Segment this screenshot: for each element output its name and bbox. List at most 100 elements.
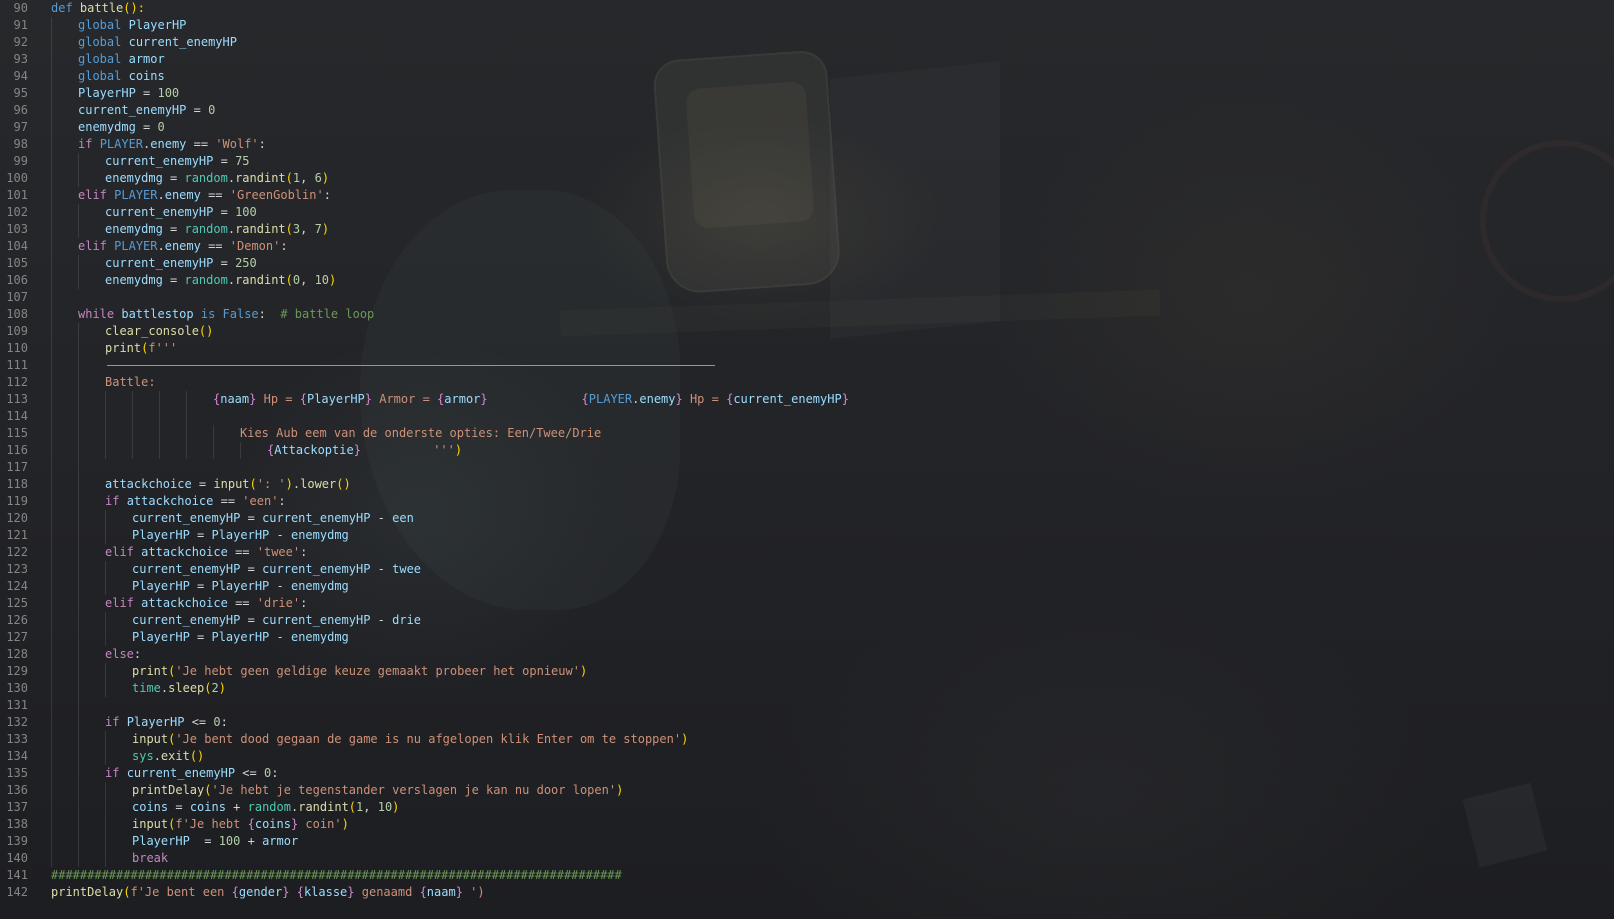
code-line[interactable]: 102 current_enemyHP = 100 xyxy=(0,204,1614,221)
code-line[interactable]: 138 input(f'Je hebt {coins} coin') xyxy=(0,816,1614,833)
code-line[interactable]: 99 current_enemyHP = 75 xyxy=(0,153,1614,170)
code-line[interactable]: 101 elif PLAYER.enemy == 'GreenGoblin': xyxy=(0,187,1614,204)
indent-guide xyxy=(213,442,214,459)
indent-guide xyxy=(132,408,133,425)
indent-guide xyxy=(51,578,52,595)
code-token: attackchoice xyxy=(126,494,214,508)
code-line[interactable]: 142 printDelay(f'Je bent een {gender} {kl… xyxy=(0,884,1614,901)
code-line[interactable]: 109 clear_console() xyxy=(0,323,1614,340)
code-line[interactable]: 107 xyxy=(0,289,1614,306)
code-line[interactable]: 120 current_enemyHP = current_enemyHP - e… xyxy=(0,510,1614,527)
code-token: enemydmg xyxy=(290,528,349,542)
code-token: current_enemyHP xyxy=(126,766,236,780)
code-line[interactable]: 95 PlayerHP = 100 xyxy=(0,85,1614,102)
line-number: 118 xyxy=(6,477,28,491)
code-line[interactable]: 111 xyxy=(0,357,1614,374)
indent-guide xyxy=(51,374,52,391)
code-line[interactable]: 123 current_enemyHP = current_enemyHP - t… xyxy=(0,561,1614,578)
code-line[interactable]: 91 global PlayerHP xyxy=(0,17,1614,34)
code-line[interactable]: 137 coins = coins + random.randint(1, 10) xyxy=(0,799,1614,816)
code-line[interactable]: 100 enemydmg = random.randint(1, 6) xyxy=(0,170,1614,187)
indent-guide xyxy=(51,255,52,272)
code-line[interactable]: 108 while battlestop is False: # battle l… xyxy=(0,306,1614,323)
indent-guide xyxy=(78,459,79,476)
code-token: current_enemyHP xyxy=(105,154,214,168)
code-line[interactable]: 112 Battle: xyxy=(0,374,1614,391)
code-line[interactable]: 129 print('Je hebt geen geldige keuze gem… xyxy=(0,663,1614,680)
code-line[interactable]: 128 else: xyxy=(0,646,1614,663)
code-token: current_enemyHP xyxy=(733,392,842,406)
code-line[interactable]: 90 def battle(): xyxy=(0,0,1614,17)
code-line[interactable]: 113 {naam} Hp = {PlayerHP} Armor = {armor… xyxy=(0,391,1614,408)
code-line[interactable]: 132 if PlayerHP <= 0: xyxy=(0,714,1614,731)
code-token: () xyxy=(189,749,205,763)
indent-guide xyxy=(51,765,52,782)
code-line[interactable]: 106 enemydmg = random.randint(0, 10) xyxy=(0,272,1614,289)
code-token: . xyxy=(157,239,165,253)
code-token: ) xyxy=(321,222,330,236)
code-line[interactable]: 134 sys.exit() xyxy=(0,748,1614,765)
code-token: PlayerHP xyxy=(132,630,190,644)
code-line[interactable]: 116 {Attackoptie} ''') xyxy=(0,442,1614,459)
code-line[interactable]: 131 xyxy=(0,697,1614,714)
code-line[interactable]: 115 Kies Aub eem van de onderste opties: … xyxy=(0,425,1614,442)
code-token: PLAYER xyxy=(114,188,158,202)
code-line[interactable]: 118 attackchoice = input(': ').lower() xyxy=(0,476,1614,493)
code-line[interactable]: 92 global current_enemyHP xyxy=(0,34,1614,51)
code-token: : xyxy=(280,239,288,253)
indent-guide xyxy=(78,714,79,731)
code-line[interactable]: 94 global coins xyxy=(0,68,1614,85)
code-token: 0 xyxy=(213,715,221,729)
code-token: , xyxy=(363,800,378,814)
indent-guide xyxy=(105,748,106,765)
code-token: } xyxy=(353,443,361,457)
code-line[interactable]: 130 time.sleep(2) xyxy=(0,680,1614,697)
code-content: else: xyxy=(105,646,141,663)
code-token: PLAYER xyxy=(588,392,633,406)
code-content: enemydmg = random.randint(1, 6) xyxy=(105,170,329,187)
line-number: 91 xyxy=(13,18,28,32)
code-token: coins xyxy=(128,69,165,83)
code-token: enemy xyxy=(164,239,201,253)
code-line[interactable]: 125 elif attackchoice == 'drie': xyxy=(0,595,1614,612)
code-line[interactable]: 114 xyxy=(0,408,1614,425)
code-line[interactable]: 96 current_enemyHP = 0 xyxy=(0,102,1614,119)
line-number: 105 xyxy=(6,256,28,270)
code-editor[interactable]: 90 def battle(): 91 global PlayerHP 92 global… xyxy=(0,0,1614,919)
code-line[interactable]: 122 elif attackchoice == 'twee': xyxy=(0,544,1614,561)
code-line[interactable]: 133 input('Je bent dood gegaan de game is… xyxy=(0,731,1614,748)
code-content: enemydmg = random.randint(0, 10) xyxy=(105,272,336,289)
code-line[interactable]: 97 enemydmg = 0 xyxy=(0,119,1614,136)
code-line[interactable]: 98 if PLAYER.enemy == 'Wolf': xyxy=(0,136,1614,153)
code-line[interactable]: 104 elif PLAYER.enemy == 'Demon': xyxy=(0,238,1614,255)
code-line[interactable]: 126 current_enemyHP = current_enemyHP - d… xyxy=(0,612,1614,629)
code-line[interactable]: 103 enemydmg = random.randint(3, 7) xyxy=(0,221,1614,238)
code-line[interactable]: 121 PlayerHP = PlayerHP - enemydmg xyxy=(0,527,1614,544)
indent-guide xyxy=(132,425,133,442)
code-token: print xyxy=(105,341,142,355)
code-line[interactable]: 135 if current_enemyHP <= 0: xyxy=(0,765,1614,782)
code-token: 2 xyxy=(211,681,219,695)
code-token: = xyxy=(168,800,190,814)
code-line[interactable]: 141 #####################################… xyxy=(0,867,1614,884)
line-number: 117 xyxy=(6,460,28,474)
code-line[interactable]: 105 current_enemyHP = 250 xyxy=(0,255,1614,272)
code-line[interactable]: 124 PlayerHP = PlayerHP - enemydmg xyxy=(0,578,1614,595)
line-number: 99 xyxy=(13,154,28,168)
code-line[interactable]: 127 PlayerHP = PlayerHP - enemydmg xyxy=(0,629,1614,646)
code-token: ) xyxy=(329,273,337,287)
code-line[interactable]: 110 print(f''' xyxy=(0,340,1614,357)
code-token: Attackoptie xyxy=(274,443,354,457)
code-line[interactable]: 117 xyxy=(0,459,1614,476)
code-token: enemydmg xyxy=(105,222,163,236)
indent-guide xyxy=(78,816,79,833)
code-line[interactable]: 139 PlayerHP = 100 + armor xyxy=(0,833,1614,850)
code-content: sys.exit() xyxy=(132,748,204,765)
code-token: = xyxy=(135,86,158,100)
code-line[interactable]: 119 if attackchoice == 'een': xyxy=(0,493,1614,510)
code-line[interactable]: 136 printDelay('Je hebt je tegenstander v… xyxy=(0,782,1614,799)
code-token: { xyxy=(581,392,589,406)
code-line[interactable]: 140 break xyxy=(0,850,1614,867)
code-line[interactable]: 93 global armor xyxy=(0,51,1614,68)
